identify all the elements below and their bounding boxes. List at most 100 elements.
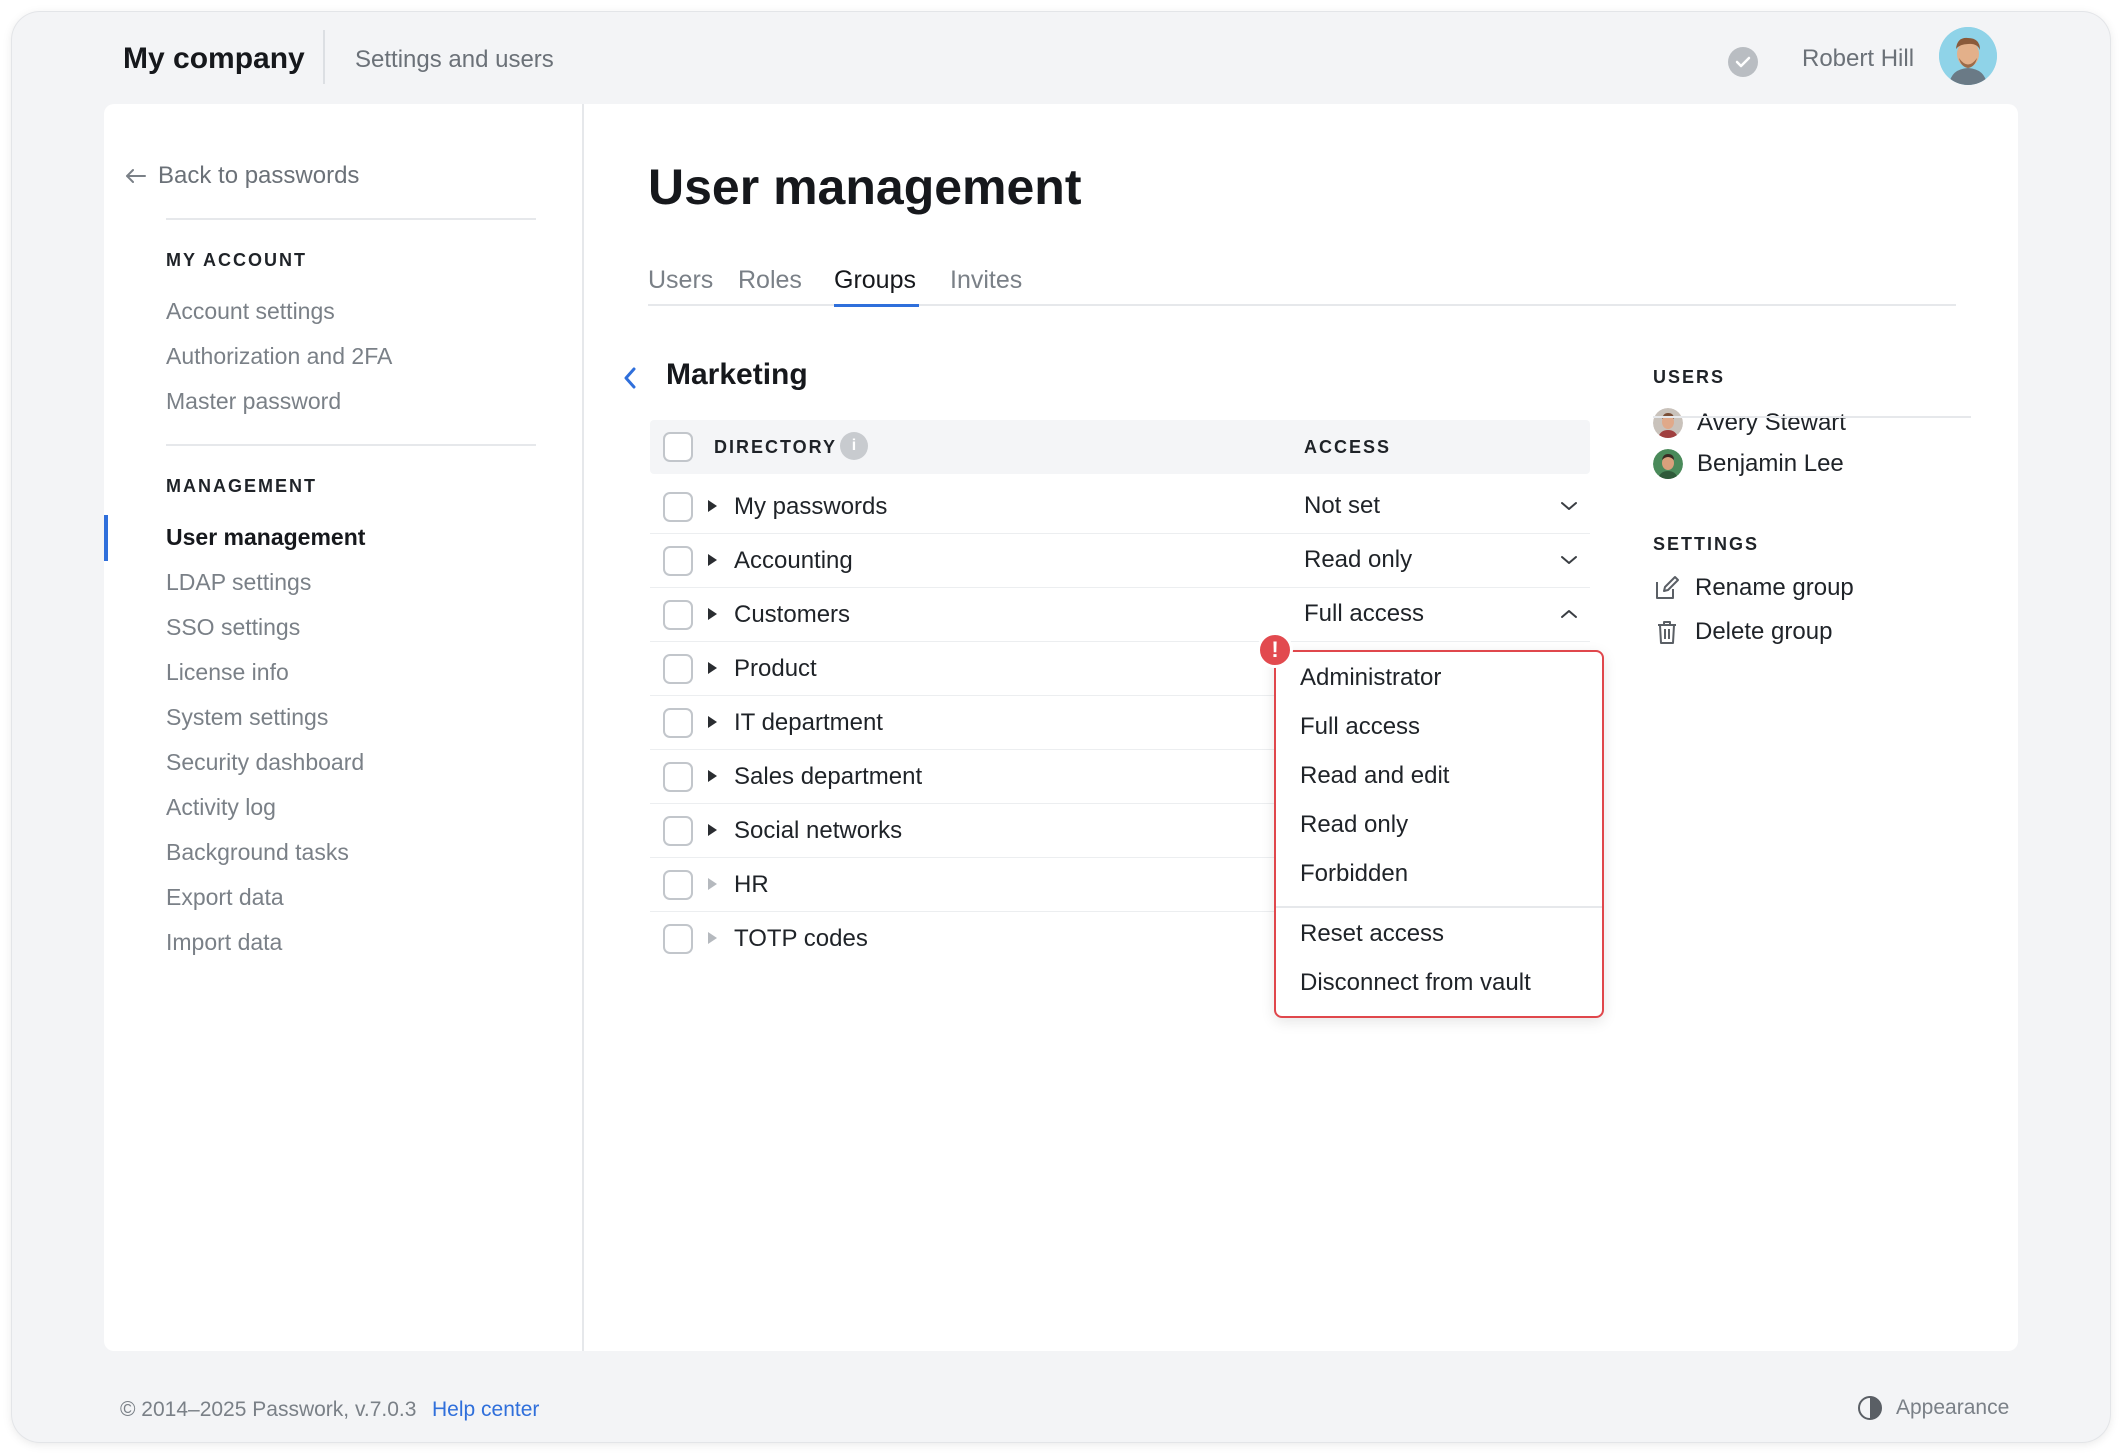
appearance-label: Appearance xyxy=(1896,1396,2010,1419)
column-access: ACCESS xyxy=(1304,437,1392,457)
access-select[interactable]: Read only xyxy=(1304,546,1412,574)
menu-item-read-and-edit[interactable]: Read and edit xyxy=(1300,762,1449,790)
group-user-item[interactable]: Avery Stewart xyxy=(1653,408,1846,438)
chevron-left-icon[interactable] xyxy=(622,366,638,395)
menu-item-read-only[interactable]: Read only xyxy=(1300,811,1408,839)
row-checkbox[interactable] xyxy=(663,924,693,954)
expand-caret-icon[interactable] xyxy=(708,500,717,512)
row-checkbox[interactable] xyxy=(663,762,693,792)
row-checkbox[interactable] xyxy=(663,870,693,900)
sidebar-item-system-settings[interactable]: System settings xyxy=(166,704,328,731)
menu-item-reset-access[interactable]: Reset access xyxy=(1300,920,1444,948)
sidebar: Back to passwords MY ACCOUNT Account set… xyxy=(104,104,584,1351)
current-user-name[interactable]: Robert Hill xyxy=(1802,45,1914,73)
avatar xyxy=(1653,449,1683,479)
table-header: DIRECTORY i ACCESS xyxy=(650,420,1590,474)
chevron-up-icon[interactable] xyxy=(1560,608,1578,620)
appearance-icon xyxy=(1858,1396,1882,1420)
sidebar-item-authorization-2fa[interactable]: Authorization and 2FA xyxy=(166,343,392,370)
directory-name[interactable]: Accounting xyxy=(734,547,853,575)
user-name: Avery Stewart xyxy=(1697,409,1846,436)
appearance-toggle[interactable]: Appearance xyxy=(1856,1394,2009,1422)
top-bar: My company Settings and users Robert Hil… xyxy=(12,12,2110,112)
expand-caret-icon[interactable] xyxy=(708,554,717,566)
menu-item-disconnect-from-vault[interactable]: Disconnect from vault xyxy=(1300,969,1531,997)
active-tab-indicator xyxy=(834,304,919,307)
access-select[interactable]: Not set xyxy=(1304,492,1380,520)
sidebar-item-license-info[interactable]: License info xyxy=(166,659,289,686)
rename-group-label: Rename group xyxy=(1695,574,1854,601)
sidebar-item-account-settings[interactable]: Account settings xyxy=(166,298,335,325)
avatar[interactable] xyxy=(1939,27,1997,85)
help-center-link[interactable]: Help center xyxy=(432,1398,539,1422)
select-all-checkbox[interactable] xyxy=(663,432,693,462)
column-directory: DIRECTORY xyxy=(714,437,838,457)
table-row[interactable]: Customers Full access xyxy=(650,588,1590,642)
row-checkbox[interactable] xyxy=(663,492,693,522)
delete-group-label: Delete group xyxy=(1695,618,1833,645)
menu-item-forbidden[interactable]: Forbidden xyxy=(1300,860,1408,888)
row-checkbox[interactable] xyxy=(663,546,693,576)
directory-name[interactable]: Product xyxy=(734,655,817,683)
arrow-left-icon xyxy=(126,169,146,183)
menu-item-administrator[interactable]: Administrator xyxy=(1300,664,1441,692)
sidebar-item-security-dashboard[interactable]: Security dashboard xyxy=(166,749,364,776)
group-user-item[interactable]: Benjamin Lee xyxy=(1653,449,1844,479)
management-heading: MANAGEMENT xyxy=(166,476,317,496)
delete-group-button[interactable]: Delete group xyxy=(1653,618,1832,646)
rename-group-button[interactable]: Rename group xyxy=(1653,574,1854,602)
table-row[interactable]: Accounting Read only xyxy=(650,534,1590,588)
sidebar-item-sso-settings[interactable]: SSO settings xyxy=(166,614,300,641)
table-row[interactable]: My passwords Not set xyxy=(650,480,1590,534)
directory-name[interactable]: TOTP codes xyxy=(734,925,868,953)
access-select[interactable]: Full access xyxy=(1304,600,1424,628)
directory-name[interactable]: Sales department xyxy=(734,763,922,791)
expand-caret-icon[interactable] xyxy=(708,824,717,836)
row-checkbox[interactable] xyxy=(663,600,693,630)
directory-name[interactable]: My passwords xyxy=(734,493,887,521)
directory-name[interactable]: IT department xyxy=(734,709,883,737)
expand-caret-icon[interactable] xyxy=(708,608,717,620)
sidebar-item-background-tasks[interactable]: Background tasks xyxy=(166,839,349,866)
sidebar-item-master-password[interactable]: Master password xyxy=(166,388,341,415)
row-checkbox[interactable] xyxy=(663,654,693,684)
settings-heading: SETTINGS xyxy=(1653,534,1760,554)
access-dropdown-menu: Administrator Full access Read and edit … xyxy=(1274,650,1604,1018)
tab-groups[interactable]: Groups xyxy=(834,266,916,295)
avatar xyxy=(1653,408,1683,438)
directory-name[interactable]: Social networks xyxy=(734,817,902,845)
sidebar-divider xyxy=(166,444,536,446)
row-checkbox[interactable] xyxy=(663,816,693,846)
tab-invites[interactable]: Invites xyxy=(950,266,1022,295)
chevron-down-icon[interactable] xyxy=(1560,500,1578,512)
directory-name[interactable]: Customers xyxy=(734,601,850,629)
back-to-passwords-link[interactable]: Back to passwords xyxy=(124,162,359,190)
app-window: My company Settings and users Robert Hil… xyxy=(12,12,2110,1442)
users-heading: USERS xyxy=(1653,367,1726,387)
row-checkbox[interactable] xyxy=(663,708,693,738)
page-title: User management xyxy=(648,159,1082,215)
sidebar-item-activity-log[interactable]: Activity log xyxy=(166,794,276,821)
topbar-subtitle: Settings and users xyxy=(355,46,554,73)
tab-users[interactable]: Users xyxy=(648,266,713,295)
topbar-divider xyxy=(323,30,325,84)
user-name: Benjamin Lee xyxy=(1697,450,1844,477)
tab-roles[interactable]: Roles xyxy=(738,266,802,295)
expand-caret-icon[interactable] xyxy=(708,662,717,674)
expand-caret-icon[interactable] xyxy=(708,770,717,782)
back-link-label: Back to passwords xyxy=(158,162,360,189)
sidebar-item-import-data[interactable]: Import data xyxy=(166,929,282,956)
directory-name[interactable]: HR xyxy=(734,871,769,899)
sidebar-item-user-management[interactable]: User management xyxy=(166,524,365,551)
menu-item-full-access[interactable]: Full access xyxy=(1300,713,1420,741)
status-check-icon[interactable] xyxy=(1728,47,1758,77)
expand-caret-icon[interactable] xyxy=(708,716,717,728)
content-card: Back to passwords MY ACCOUNT Account set… xyxy=(104,104,2018,1351)
sidebar-item-export-data[interactable]: Export data xyxy=(166,884,284,911)
tab-bar: Users Roles Groups Invites xyxy=(648,266,1956,307)
sidebar-item-ldap-settings[interactable]: LDAP settings xyxy=(166,569,311,596)
brand-title[interactable]: My company xyxy=(123,42,305,76)
info-icon[interactable]: i xyxy=(840,432,868,460)
chevron-down-icon[interactable] xyxy=(1560,554,1578,566)
footer-copyright: © 2014–2025 Passwork, v.7.0.3 xyxy=(120,1398,417,1421)
